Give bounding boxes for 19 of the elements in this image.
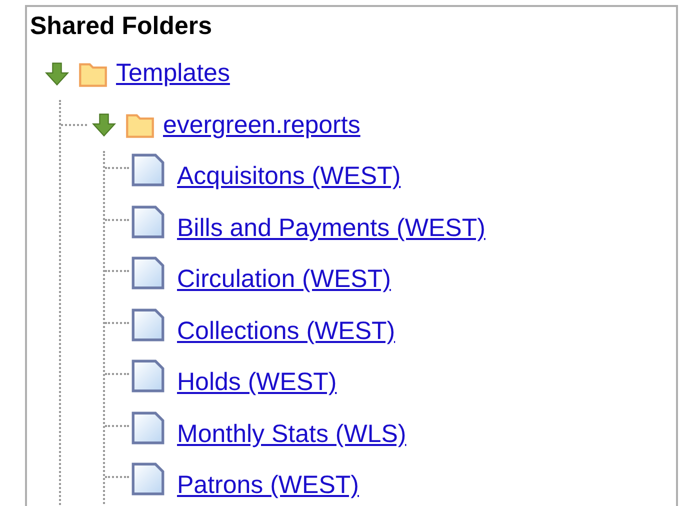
report-link[interactable]: Patrons (WEST) [177, 471, 359, 500]
document-icon [131, 359, 165, 393]
report-link[interactable]: Holds (WEST) [177, 368, 337, 398]
document-icon [131, 462, 165, 496]
folder-link[interactable]: evergreen.reports [163, 110, 360, 140]
folder-link[interactable]: Templates [116, 59, 230, 88]
collapse-arrow-icon[interactable] [91, 112, 117, 138]
document-icon [131, 410, 165, 444]
document-icon [131, 153, 165, 187]
report-link[interactable]: Collections (WEST) [177, 316, 396, 346]
document-icon [131, 256, 165, 290]
report-link[interactable]: Circulation (WEST) [177, 265, 391, 294]
report-link[interactable]: Bills and Payments (WEST) [177, 214, 486, 243]
document-icon [131, 308, 165, 342]
report-link[interactable]: Monthly Stats (WLS) [177, 420, 406, 449]
panel-title: Shared Folders [30, 11, 212, 42]
report-link[interactable]: Acquisitons (WEST) [177, 162, 401, 192]
collapse-arrow-icon[interactable] [44, 60, 70, 87]
document-icon [131, 204, 165, 238]
